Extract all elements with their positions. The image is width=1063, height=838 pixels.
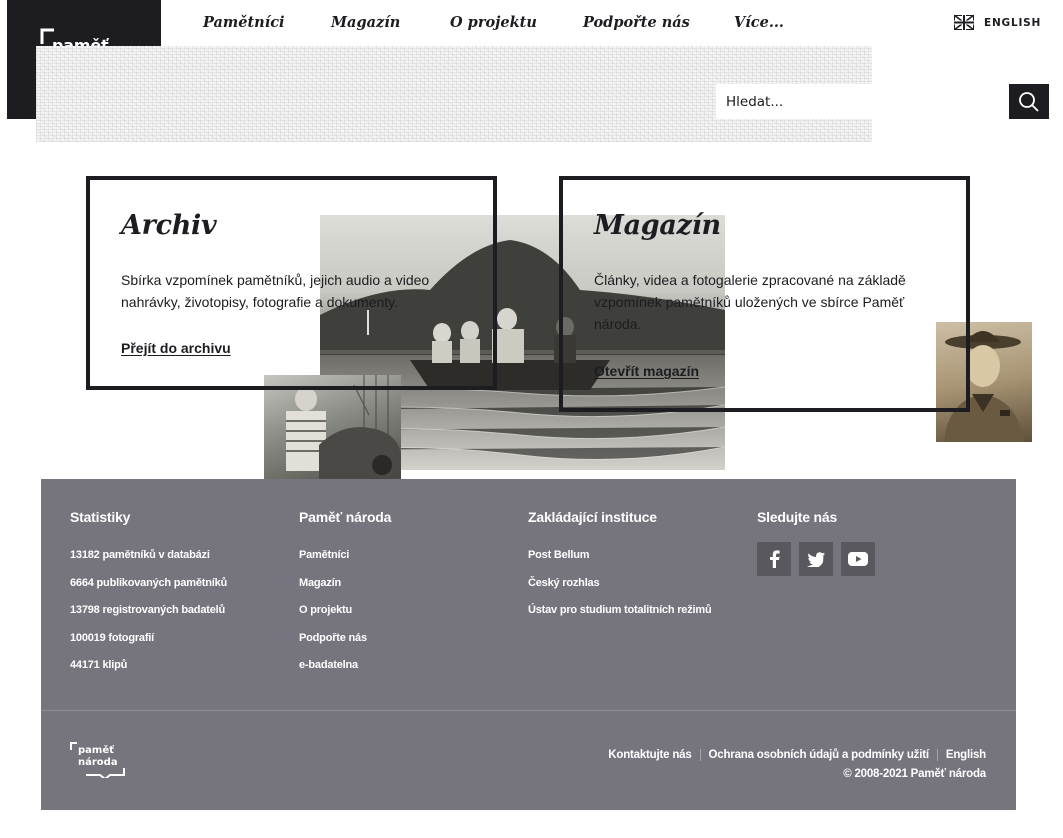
search-input[interactable] (716, 84, 996, 119)
footer-link-post-bellum[interactable]: Post Bellum (528, 542, 712, 570)
facebook-button[interactable] (757, 542, 791, 576)
footer-social-title: Sledujte nás (757, 509, 838, 525)
footer-divider (41, 710, 1016, 711)
uk-flag-icon (954, 15, 974, 30)
magazine-card: Magazín Články, videa a fotogalerie zpra… (559, 176, 970, 412)
copyright: © 2008-2021 Paměť národa (843, 768, 986, 780)
language-label: ENGLISH (984, 16, 1042, 29)
twitter-button[interactable] (799, 542, 833, 576)
search-bar (716, 84, 1009, 119)
stat-item: 100019 fotografií (70, 631, 155, 644)
facebook-icon (770, 550, 780, 568)
search-button[interactable] (1009, 84, 1049, 119)
footer-link-e-badatelna[interactable]: e-badatelna (299, 652, 391, 680)
footer-pamet-title: Paměť národa (299, 509, 392, 525)
site-footer: Statistiky 13182 pamětníků v databázi 66… (41, 479, 1016, 810)
english-link[interactable]: English (936, 749, 986, 761)
nav-item-pametnici[interactable]: Pamětníci (203, 14, 285, 31)
nav-item-magazin[interactable]: Magazín (331, 14, 400, 31)
nav-item-o-projektu[interactable]: O projektu (450, 14, 537, 31)
youtube-icon (848, 552, 868, 566)
footer-link-o-projektu[interactable]: O projektu (299, 597, 391, 625)
footer-stats-column: Statistiky 13182 pamětníků v databázi 66… (70, 509, 227, 680)
footer-link-ustr[interactable]: Ústav pro studium totalitních režimů (528, 597, 712, 625)
stat-item: 13798 registrovaných badatelů (70, 604, 225, 616)
archive-card-title: Archiv (121, 210, 217, 241)
archive-card-text: Sbírka vzpomínek pamětníků, jejich audio… (121, 272, 430, 310)
nav-item-vice[interactable]: Více... (734, 14, 784, 31)
social-links (757, 542, 875, 576)
archive-card: Archiv Sbírka vzpomínek pamětníků, jejic… (86, 176, 497, 390)
footer-stats-title: Statistiky (70, 509, 131, 525)
open-magazine-link[interactable]: Otevřít magazín (594, 363, 699, 379)
go-to-archive-link[interactable]: Přejít do archivu (121, 340, 231, 356)
contact-link[interactable]: Kontaktujte nás (600, 749, 699, 761)
man-with-car-photo (264, 375, 401, 479)
footer-link-pametnici[interactable]: Pamětníci (299, 542, 391, 570)
footer-bottom-links: Kontaktujte nás Ochrana osobních údajů a… (600, 749, 986, 761)
footer-logo-line-1: paměť (78, 745, 114, 756)
footer-link-magazin[interactable]: Magazín (299, 570, 391, 598)
stat-item: 44171 klipů (70, 659, 128, 671)
magazine-card-title: Magazín (594, 210, 721, 241)
footer-link-podporte-nas[interactable]: Podpořte nás (299, 625, 391, 653)
nav-item-podporte-nas[interactable]: Podpořte nás (583, 14, 690, 31)
privacy-link[interactable]: Ochrana osobních údajů a podmínky užití (699, 749, 937, 761)
footer-logo-line-2: národa (78, 757, 118, 768)
footer-logo-text: paměť národa (78, 745, 118, 769)
youtube-button[interactable] (841, 542, 875, 576)
language-switch[interactable]: ENGLISH (954, 15, 1041, 30)
twitter-icon (807, 551, 825, 567)
stat-item: 6664 publikovaných pamětníků (70, 576, 228, 589)
footer-social-column: Sledujte nás (757, 509, 875, 576)
footer-institutions-column: Zakládající instituce Post Bellum Český … (528, 509, 712, 625)
footer-institutions-title: Zakládající instituce (528, 509, 657, 525)
magazine-card-text: Články, videa a fotogalerie zpracované n… (594, 272, 906, 332)
footer-link-cesky-rozhlas[interactable]: Český rozhlas (528, 570, 712, 598)
footer-pamet-column: Paměť národa Pamětníci Magazín O projekt… (299, 509, 391, 680)
search-icon (1019, 92, 1039, 112)
stat-item: 13182 pamětníků v databázi (70, 549, 210, 561)
